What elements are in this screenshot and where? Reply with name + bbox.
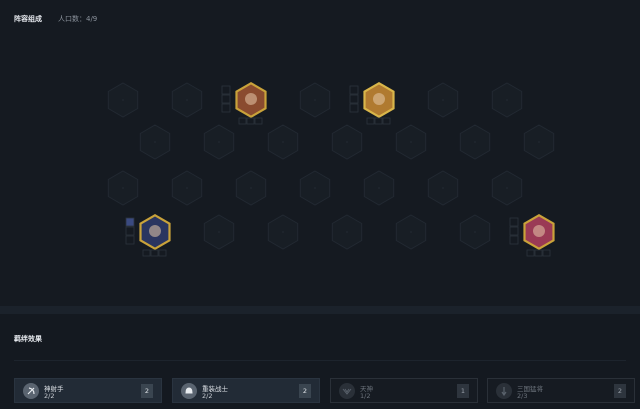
star-slot	[526, 249, 535, 257]
star-slot	[254, 117, 263, 125]
star-slot	[366, 117, 375, 125]
hex-center-dot	[346, 231, 348, 233]
trait-level-badge: 2	[614, 384, 626, 398]
trait-level-badge: 1	[457, 384, 469, 398]
hex-center-dot	[442, 99, 444, 101]
star-slot	[142, 249, 151, 257]
hex-center-dot	[282, 231, 284, 233]
trait-card-three-kingdoms[interactable]: 三国猛将 2/3 2	[487, 378, 635, 403]
bow-icon	[23, 383, 39, 399]
helmet-icon	[181, 383, 197, 399]
trait-count: 2/2	[202, 392, 213, 400]
star-slot	[238, 117, 247, 125]
hex-center-dot	[442, 187, 444, 189]
warlord-icon	[496, 383, 512, 399]
trait-level-badge: 2	[299, 384, 311, 398]
trait-card-heavy-warrior[interactable]: 重装战士 2/2 2	[172, 378, 320, 403]
star-slot	[382, 117, 391, 125]
hex-center-dot	[346, 141, 348, 143]
hex-center-dot	[410, 231, 412, 233]
hex-center-dot	[538, 141, 540, 143]
item-slot[interactable]	[125, 235, 135, 245]
hex-center-dot	[506, 99, 508, 101]
hex-board	[107, 82, 555, 257]
item-slot[interactable]	[125, 226, 135, 236]
item-slot[interactable]	[221, 94, 231, 104]
hex-center-dot	[378, 187, 380, 189]
trait-card-divine[interactable]: 天神 1/2 1	[330, 378, 478, 403]
bonds-divider	[14, 360, 626, 361]
star-slot	[150, 249, 159, 257]
star-slot	[246, 117, 255, 125]
unit-face	[373, 93, 385, 105]
hex-center-dot	[186, 99, 188, 101]
hex-center-dot	[506, 187, 508, 189]
hex-center-dot	[250, 187, 252, 189]
item-slot[interactable]	[221, 103, 231, 113]
hex-center-dot	[410, 141, 412, 143]
divine-icon	[339, 383, 355, 399]
board-panel: 阵容组成 人口数：4/9	[0, 0, 640, 306]
trait-card-marksman[interactable]: 神射手 2/2 2	[14, 378, 162, 403]
champion-unit-1[interactable]	[221, 82, 267, 125]
hex-center-dot	[474, 141, 476, 143]
unit-face	[149, 225, 161, 237]
section-separator	[0, 306, 640, 314]
champion-unit-3[interactable]	[125, 214, 171, 257]
item-slot[interactable]	[349, 103, 359, 113]
hex-center-dot	[282, 141, 284, 143]
hex-center-dot	[314, 99, 316, 101]
unit-face	[245, 93, 257, 105]
star-slot	[374, 117, 383, 125]
item-slot[interactable]	[349, 85, 359, 95]
item-slot[interactable]	[509, 235, 519, 245]
item-slot[interactable]	[509, 217, 519, 227]
item-slot[interactable]	[221, 85, 231, 95]
trait-count: 2/2	[44, 392, 55, 400]
hex-center-dot	[154, 141, 156, 143]
hex-center-dot	[218, 141, 220, 143]
star-slot	[158, 249, 167, 257]
item-slot[interactable]	[349, 94, 359, 104]
star-slot	[534, 249, 543, 257]
trait-count: 1/2	[360, 392, 371, 400]
hex-center-dot	[186, 187, 188, 189]
hex-center-dot	[314, 187, 316, 189]
star-slot	[542, 249, 551, 257]
unit-face	[533, 225, 545, 237]
hex-center-dot	[122, 99, 124, 101]
item-slot[interactable]	[509, 226, 519, 236]
bonds-title: 羁绊效果	[14, 335, 42, 343]
hex-center-dot	[122, 187, 124, 189]
trait-level-badge: 2	[141, 384, 153, 398]
item-slot[interactable]	[125, 217, 135, 227]
trait-count: 2/3	[517, 392, 528, 400]
hex-center-dot	[218, 231, 220, 233]
champion-unit-2[interactable]	[349, 82, 395, 125]
hex-center-dot	[474, 231, 476, 233]
champion-unit-4[interactable]	[509, 214, 555, 257]
